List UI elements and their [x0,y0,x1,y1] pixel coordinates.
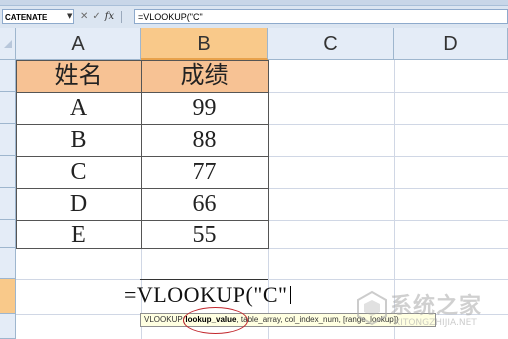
chevron-down-icon[interactable]: ▼ [67,12,72,20]
row-header[interactable] [0,92,16,124]
formula-buttons: ✕ ✓ fx [80,9,123,24]
annotation-circle [183,307,248,334]
watermark-logo-icon [357,290,387,326]
tooltip-function[interactable]: VLOOKUP( [144,315,185,324]
cancel-icon[interactable]: ✕ [80,11,88,22]
table-divider [16,92,269,93]
row-header[interactable] [0,60,16,92]
watermark-text: 系统之家 [390,294,483,319]
table-divider [16,220,269,221]
divider [121,10,123,23]
table-divider [16,124,269,125]
watermark-url: XITONGZHIJIA.NET [394,318,477,328]
active-cell-formula[interactable]: =VLOOKUP("C" [124,282,287,308]
column-header-b[interactable]: B [141,28,268,60]
enter-icon[interactable]: ✓ [92,11,100,22]
select-all-corner[interactable] [0,28,16,60]
row-header[interactable] [0,248,16,279]
row-header-active[interactable] [0,279,16,314]
table-divider [16,156,269,157]
name-box[interactable]: CATENATE [2,9,74,24]
row-header[interactable] [0,220,16,248]
insert-function-icon[interactable]: fx [105,11,114,22]
select-all-icon [4,40,12,48]
row-header[interactable] [0,314,16,339]
text-cursor [290,286,291,304]
column-header-a[interactable]: A [16,28,141,60]
row-header[interactable] [0,124,16,156]
ribbon-edge [0,0,508,6]
formula-input[interactable]: =VLOOKUP("C" [134,9,508,24]
row-header[interactable] [0,156,16,188]
row-header[interactable] [0,188,16,220]
column-header-d[interactable]: D [394,28,508,60]
table-divider [16,188,269,189]
active-cell-edge [140,279,268,280]
column-header-c[interactable]: C [268,28,394,60]
formula-bar: CATENATE ▼ ✕ ✓ fx =VLOOKUP("C" [0,0,508,28]
